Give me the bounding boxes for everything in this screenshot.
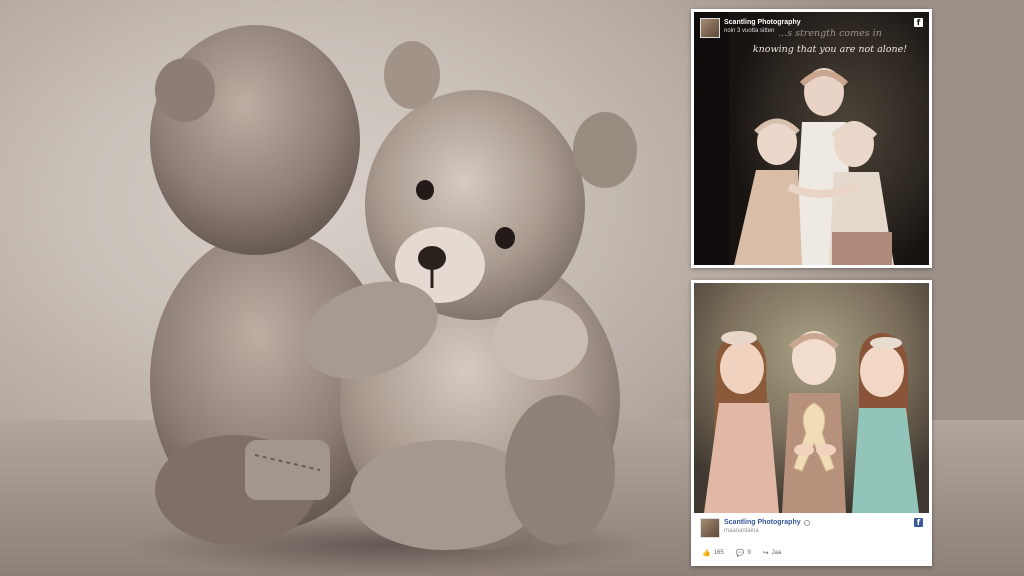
quote-line-2: knowing that you are not alone! — [752, 44, 908, 55]
avatar[interactable] — [700, 18, 720, 38]
comments-count: 9 — [747, 550, 751, 556]
share-label: Jaa — [771, 550, 782, 556]
reactions-bar: 👍 165 💬 9 ↪ Jaa — [702, 549, 781, 557]
verified-badge-icon — [803, 519, 810, 526]
comment-action[interactable]: 💬 9 — [736, 549, 751, 557]
teddy-bears-photo — [130, 25, 650, 575]
post-footer: Scantling Photography maanantaina f 👍 16… — [694, 513, 929, 563]
facebook-icon[interactable]: f — [914, 18, 923, 27]
post-timestamp[interactable]: maanantaina — [724, 527, 759, 535]
thumbs-up-icon: 👍 — [702, 549, 711, 557]
share-arrow-icon: ↪ — [762, 549, 769, 557]
post-header: Scantling Photography noin 3 vuotta sitt… — [700, 18, 801, 38]
facebook-post-bottom[interactable]: Scantling Photography maanantaina f 👍 16… — [691, 280, 932, 566]
avatar[interactable] — [700, 518, 720, 538]
facebook-post-top[interactable]: ...s strength comes in knowing that you … — [691, 9, 932, 268]
post-timestamp[interactable]: noin 3 vuotta sitten — [724, 27, 801, 35]
likes-count: 165 — [713, 550, 724, 556]
post-photo-three-girls-hugging[interactable]: ...s strength comes in knowing that you … — [694, 12, 929, 265]
share-action[interactable]: ↪ Jaa — [763, 549, 782, 557]
facebook-icon[interactable]: f — [914, 518, 923, 527]
speech-bubble-icon: 💬 — [735, 549, 745, 557]
author-name[interactable]: Scantling Photography — [724, 518, 810, 527]
author-name-text[interactable]: Scantling Photography — [724, 518, 801, 527]
author-name[interactable]: Scantling Photography — [724, 18, 801, 27]
post-photo-three-girls-ribbon[interactable] — [694, 283, 929, 513]
like-action[interactable]: 👍 165 — [702, 549, 724, 557]
